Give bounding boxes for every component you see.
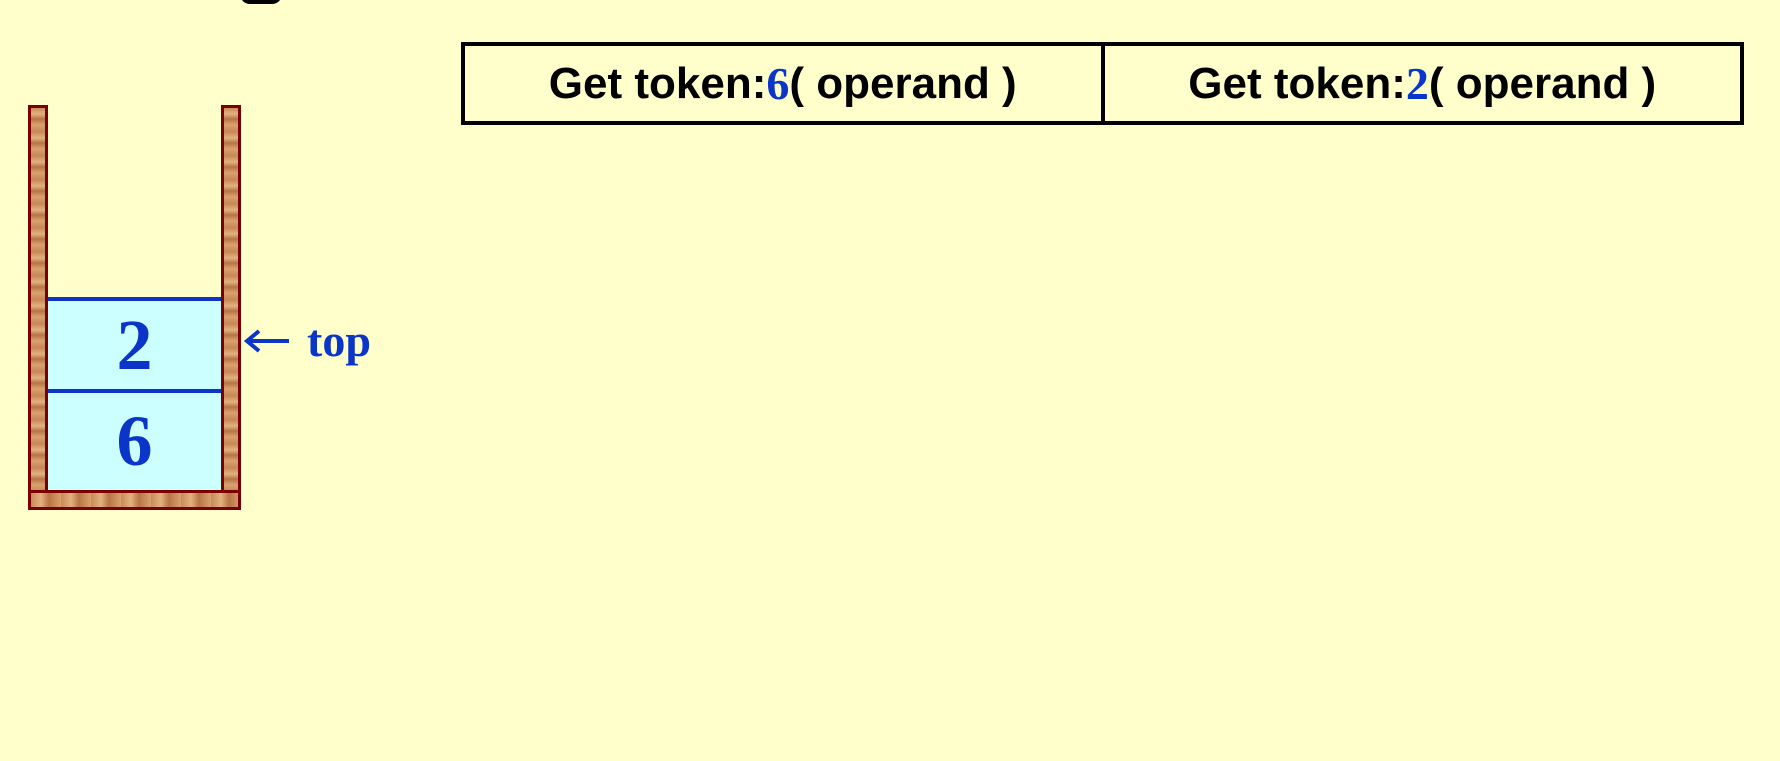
title-fragment — [240, 0, 282, 4]
token-type: ( operand ) — [789, 58, 1017, 108]
left-arrow-icon — [243, 329, 289, 353]
token-prefix: Get token: — [548, 58, 767, 108]
top-pointer-label: top — [307, 315, 371, 366]
token-type: ( operand ) — [1428, 58, 1657, 108]
stack-cell-bottom: 6 — [48, 393, 221, 490]
token-value: 2 — [1405, 58, 1429, 109]
token-step-2: Get token: 2 ( operand ) — [1100, 46, 1741, 121]
stack-container: 2 6 — [28, 105, 241, 510]
stack-wall-left — [28, 105, 48, 505]
token-prefix: Get token: — [1188, 58, 1406, 108]
token-table: Get token: 6 ( operand ) Get token: 2 ( … — [461, 42, 1744, 125]
stack-wall-right — [221, 105, 241, 505]
top-pointer: top — [243, 318, 371, 364]
token-step-1: Get token: 6 ( operand ) — [465, 46, 1101, 121]
stack-floor — [28, 490, 241, 510]
stack-cell-top: 2 — [48, 297, 221, 393]
token-value: 6 — [766, 58, 790, 109]
